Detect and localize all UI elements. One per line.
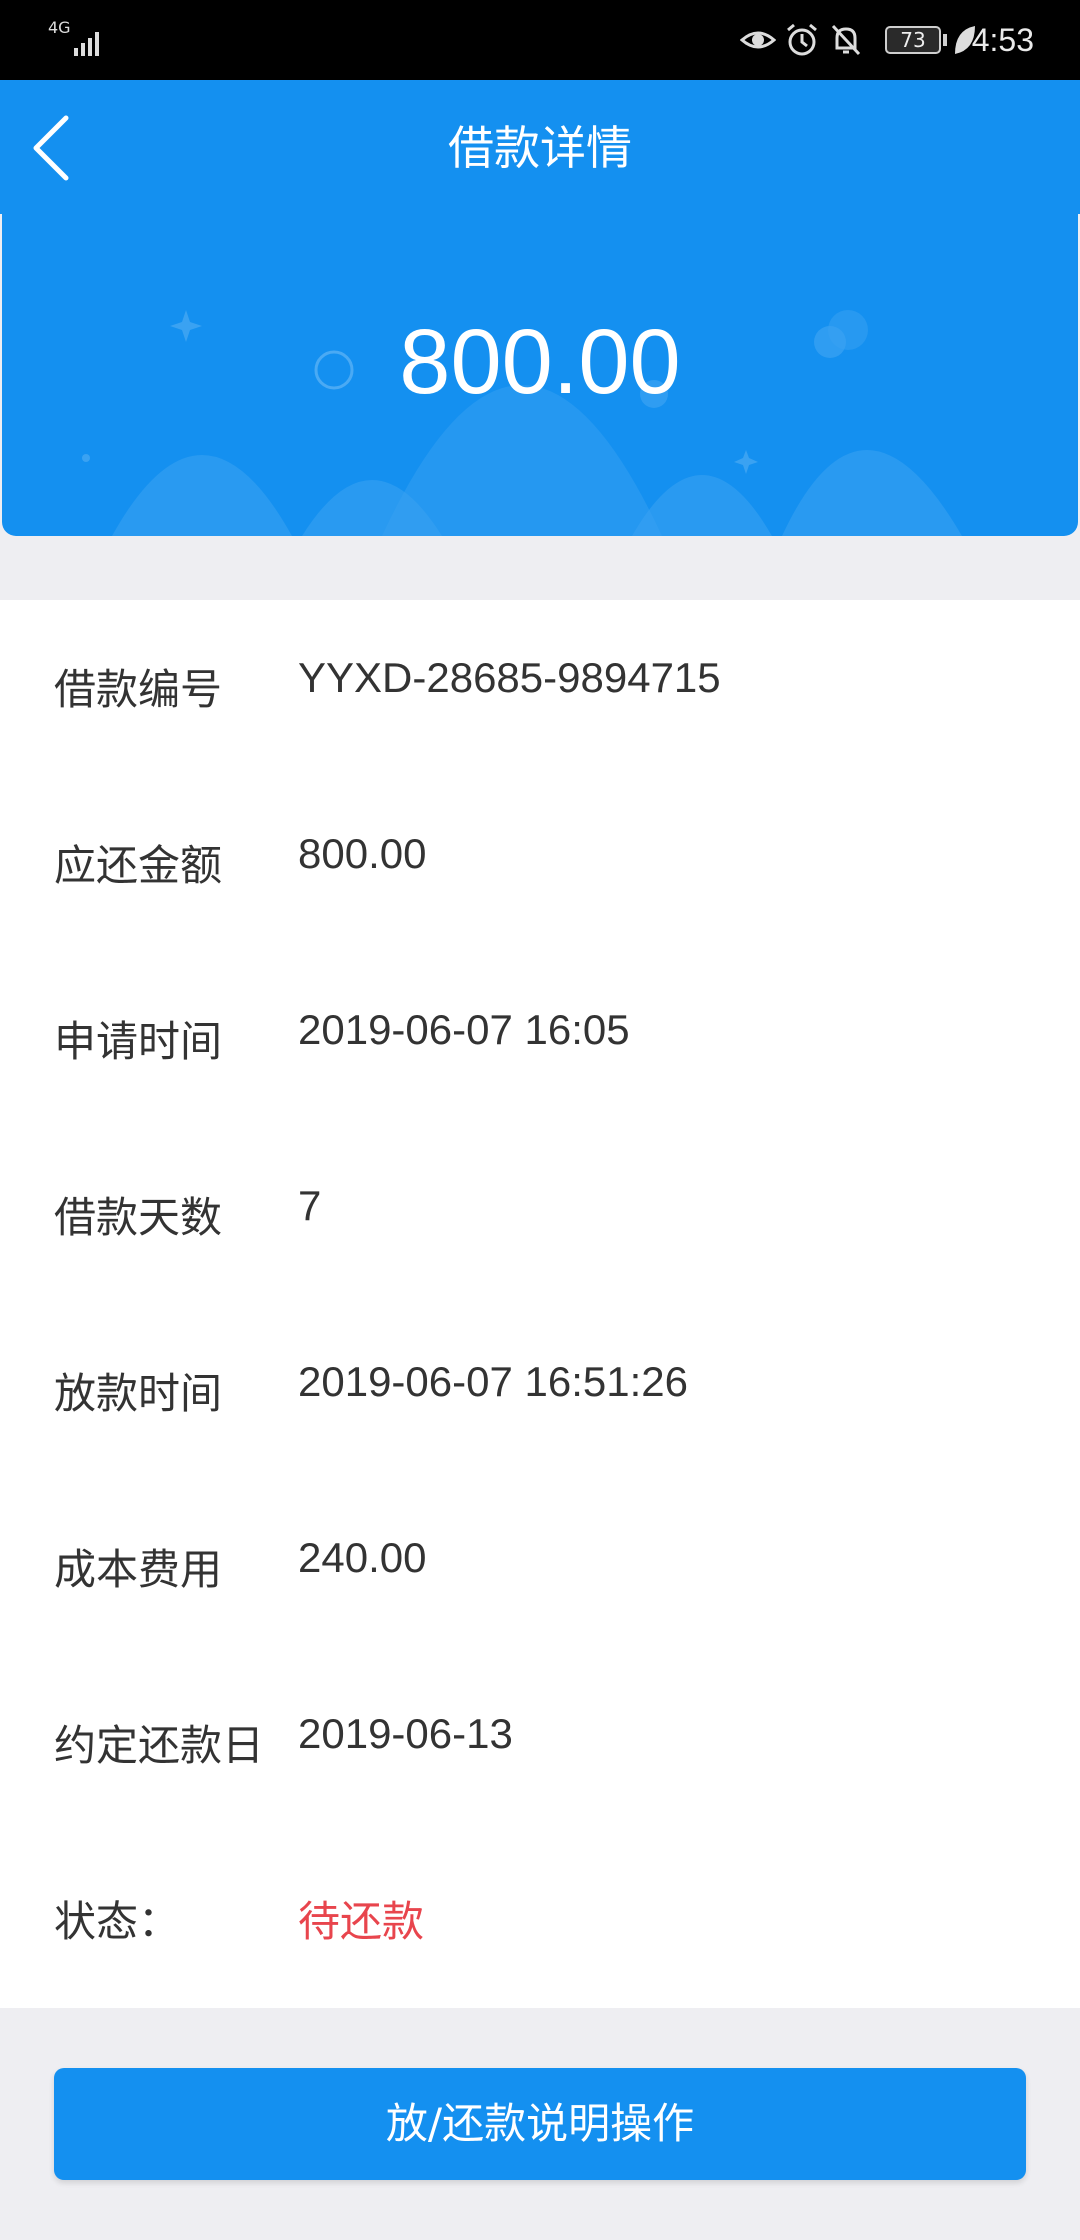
page-title: 借款详情 [448, 121, 632, 175]
alarm-icon [787, 23, 817, 56]
detail-value: 800.00 [298, 830, 427, 877]
detail-row-cost-fee: 成本费用 240.00 [0, 1480, 1080, 1656]
status-value: 待还款 [298, 1897, 425, 1946]
detail-value: 7 [298, 1182, 322, 1229]
signal-icon [74, 32, 99, 56]
detail-row-loan-number: 借款编号 YYXD-28685-9894715 [0, 600, 1080, 776]
detail-row-disburse-time: 放款时间 2019-06-07 16:51:26 [0, 1304, 1080, 1480]
network-type: 4G [48, 18, 71, 37]
loan-detail-list: 借款编号 YYXD-28685-9894715 应还金额 800.00 申请时间… [0, 600, 1080, 2008]
detail-row-loan-days: 借款天数 7 [0, 1128, 1080, 1304]
status-bar: 4G 73 4:53 [0, 0, 1080, 80]
detail-label: 借款天数 [54, 1193, 223, 1242]
detail-label: 状态： [54, 1897, 181, 1946]
battery-icon: 73 [885, 26, 941, 54]
detail-value: 2019-06-07 16:05 [298, 1006, 630, 1053]
detail-row-due-date: 约定还款日 2019-06-13 [0, 1656, 1080, 1832]
detail-label: 应还金额 [54, 841, 223, 890]
signal-indicator: 4G [48, 20, 108, 60]
detail-row-apply-time: 申请时间 2019-06-07 16:05 [0, 952, 1080, 1128]
bell-muted-icon [831, 24, 861, 56]
detail-value: 2019-06-07 16:51:26 [298, 1358, 688, 1405]
battery-tip [943, 34, 947, 46]
detail-value: YYXD-28685-9894715 [298, 654, 721, 701]
nav-bar: 借款详情 [0, 80, 1080, 214]
detail-label: 约定还款日 [54, 1721, 265, 1770]
detail-row-status: 状态： 待还款 [0, 1832, 1080, 2008]
amount-card: 800.00 [2, 214, 1078, 536]
status-icons: 73 4:53 [720, 0, 1080, 80]
eye-icon [740, 31, 776, 49]
detail-label: 放款时间 [54, 1369, 223, 1418]
detail-value: 2019-06-13 [298, 1710, 513, 1757]
detail-label: 借款编号 [54, 665, 223, 714]
detail-value: 240.00 [298, 1534, 427, 1581]
clock: 4:53 [971, 22, 1034, 58]
detail-label: 成本费用 [54, 1545, 223, 1594]
loan-amount: 800.00 [399, 311, 681, 413]
detail-label: 申请时间 [54, 1017, 223, 1066]
repayment-instructions-button[interactable]: 放/还款说明操作 [54, 2068, 1026, 2180]
detail-row-amount-due: 应还金额 800.00 [0, 776, 1080, 952]
